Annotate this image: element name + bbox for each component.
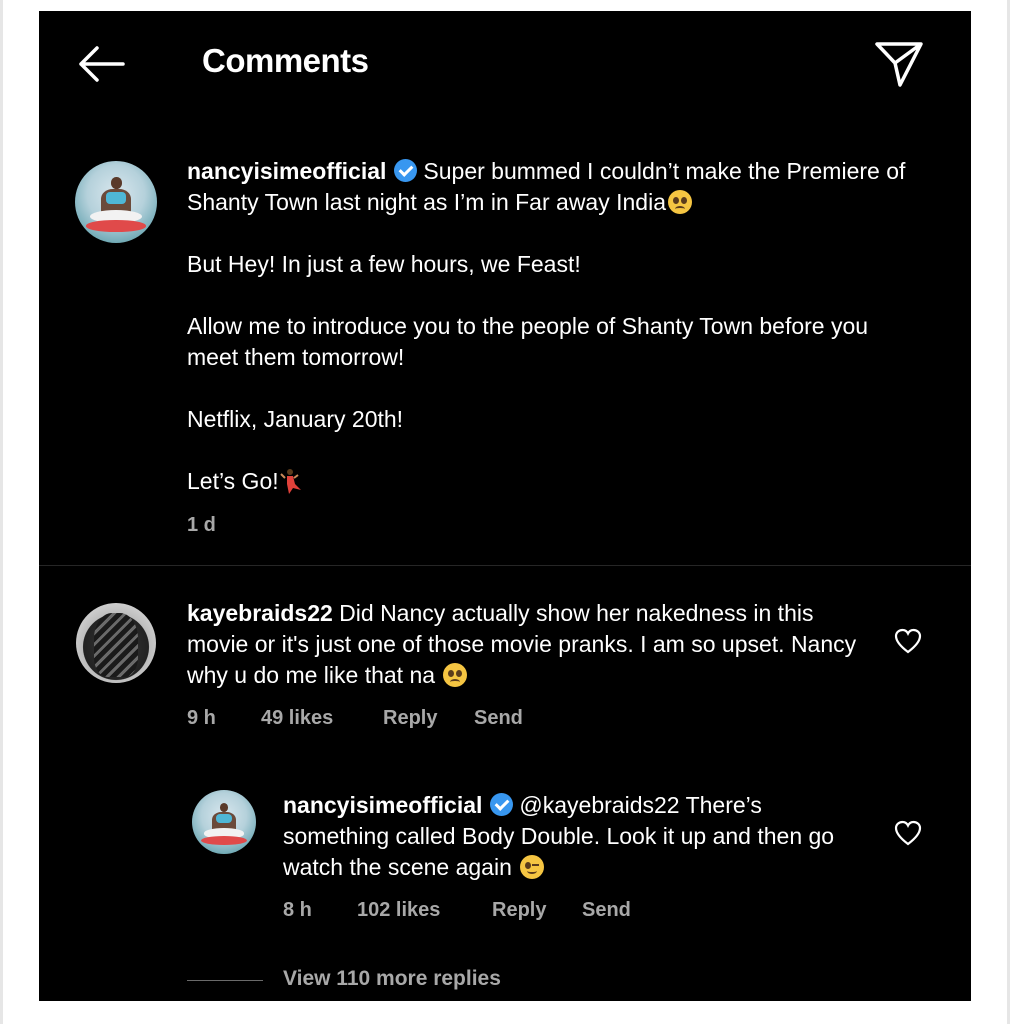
reply-timestamp: 8 h xyxy=(283,899,312,921)
page-title: Comments xyxy=(202,42,369,79)
pleading-face-emoji-icon xyxy=(667,190,692,214)
caption-paragraph-3: Allow me to introduce you to the people … xyxy=(187,313,869,370)
comment-avatar[interactable] xyxy=(76,603,156,683)
comments-screen: Comments nancyisimeofficial Super bummed … xyxy=(39,11,971,1001)
comment-likes[interactable]: 49 likes xyxy=(261,706,333,730)
view-more-replies-button[interactable]: View 110 more replies xyxy=(283,967,501,991)
comment-like-button[interactable] xyxy=(894,628,922,654)
reply-reply-button[interactable]: Reply xyxy=(492,898,546,922)
reply-mention[interactable]: @kayebraids22 xyxy=(519,792,679,818)
reply-send-button[interactable]: Send xyxy=(582,898,631,922)
sad-face-emoji-icon xyxy=(443,663,468,687)
back-button[interactable] xyxy=(73,41,129,87)
comment-text: kayebraids22 Did Nancy actually show her… xyxy=(187,598,867,691)
caption-username[interactable]: nancyisimeofficial xyxy=(187,158,386,184)
heart-icon xyxy=(894,820,922,846)
comment-username[interactable]: kayebraids22 xyxy=(187,600,333,626)
reply-avatar[interactable] xyxy=(192,790,256,854)
arrow-left-icon xyxy=(79,46,125,82)
caption-paragraph-5: Let’s Go! xyxy=(187,466,917,497)
reply-like-button[interactable] xyxy=(894,820,922,846)
header-bar: Comments xyxy=(39,11,971,121)
share-button[interactable] xyxy=(873,39,925,89)
verified-badge-icon xyxy=(394,159,418,182)
reply-likes[interactable]: 102 likes xyxy=(357,898,440,922)
caption-para5-text: Let’s Go! xyxy=(187,468,279,494)
heart-icon xyxy=(894,628,922,654)
paper-plane-icon xyxy=(875,42,923,87)
caption-paragraph-1: nancyisimeofficial Super bummed I couldn’… xyxy=(187,156,917,218)
comment-timestamp: 9 h xyxy=(187,707,216,729)
caption-text: nancyisimeofficial Super bummed I couldn’… xyxy=(187,156,917,497)
frame-border-left xyxy=(0,0,3,1024)
caption-paragraph-2: But Hey! In just a few hours, we Feast! xyxy=(187,251,581,277)
caption-timestamp: 1 d xyxy=(187,514,216,536)
divider xyxy=(39,565,971,566)
verified-badge-icon xyxy=(490,793,514,816)
caption-paragraph-4: Netflix, January 20th! xyxy=(187,406,404,432)
reply-text: nancyisimeofficial @kayebraids22 There’s … xyxy=(283,790,853,883)
comment-send-button[interactable]: Send xyxy=(474,706,523,730)
winking-face-emoji-icon xyxy=(520,855,545,879)
view-more-divider xyxy=(187,980,263,981)
caption-avatar[interactable] xyxy=(75,161,157,243)
reply-username[interactable]: nancyisimeofficial xyxy=(283,792,482,818)
comment-reply-button[interactable]: Reply xyxy=(383,706,437,730)
dancer-emoji-icon xyxy=(279,469,301,494)
